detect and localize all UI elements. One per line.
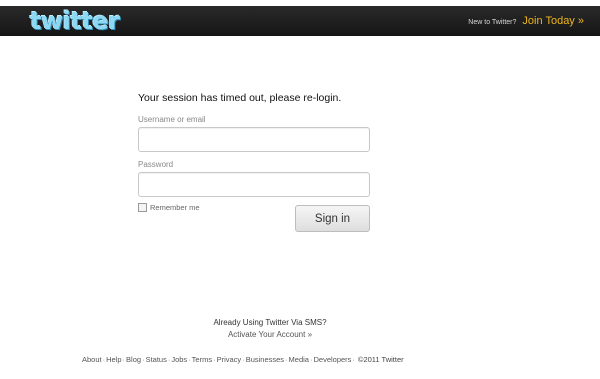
footer-link-developers[interactable]: Developers (313, 355, 351, 364)
footer-link-businesses[interactable]: Businesses (246, 355, 284, 364)
session-timeout-heading: Your session has timed out, please re-lo… (138, 92, 342, 104)
activate-account-link[interactable]: Activate Your Account » (228, 330, 312, 339)
password-label: Password (138, 160, 174, 169)
username-group: Username or email (138, 115, 378, 152)
new-to-twitter-text: New to Twitter? (468, 19, 517, 26)
remember-me-label: Remember me (150, 203, 200, 212)
footer: About · Help · Blog · Status · Jobs · Terms · … (82, 355, 404, 364)
join-today-link[interactable]: Join Today » (522, 15, 584, 27)
remember-me[interactable]: Remember me (138, 203, 200, 212)
sms-question: Already Using Twitter Via SMS? (213, 318, 327, 327)
copyright: ©2011 Twitter (357, 355, 404, 364)
username-input[interactable] (138, 127, 370, 152)
password-input[interactable] (138, 172, 370, 197)
footer-link-help[interactable]: Help (106, 355, 121, 364)
sms-section: Already Using Twitter Via SMS? Activate … (0, 317, 540, 341)
login-form: Your session has timed out, please re-lo… (138, 92, 378, 232)
footer-link-status[interactable]: Status (146, 355, 167, 364)
signup-prompt: New to Twitter? Join Today » (468, 15, 584, 27)
remember-me-checkbox[interactable] (138, 203, 147, 212)
sign-in-button[interactable]: Sign in (295, 205, 370, 232)
password-group: Password (138, 160, 378, 197)
footer-link-privacy[interactable]: Privacy (217, 355, 242, 364)
footer-link-blog[interactable]: Blog (126, 355, 141, 364)
footer-link-jobs[interactable]: Jobs (171, 355, 187, 364)
twitter-logo[interactable]: twitter (30, 9, 120, 33)
top-bar: twitter New to Twitter? Join Today » (0, 6, 600, 36)
username-label: Username or email (138, 115, 206, 124)
footer-link-about[interactable]: About (82, 355, 102, 364)
footer-link-media[interactable]: Media (289, 355, 309, 364)
footer-link-terms[interactable]: Terms (192, 355, 212, 364)
form-actions: Remember me Sign in (138, 203, 370, 232)
